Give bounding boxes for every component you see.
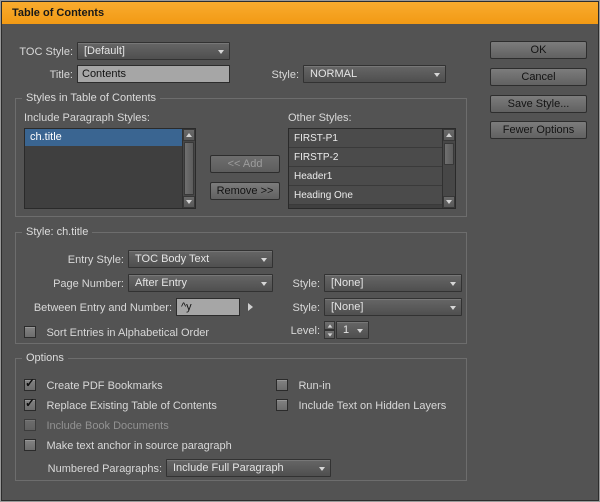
checkbox-label: Make text anchor in source paragraph xyxy=(46,440,231,452)
checkbox-box xyxy=(24,326,36,338)
checkbox-create-pdf-bookmarks[interactable]: ✓ Create PDF Bookmarks xyxy=(24,376,163,390)
styles-group: Styles in Table of Contents Include Para… xyxy=(15,98,467,217)
checkbox-box: ✓ xyxy=(24,399,36,411)
flyout-menu-icon[interactable] xyxy=(248,303,253,311)
level-spinner-up[interactable] xyxy=(324,321,335,330)
checkbox-replace-existing-toc[interactable]: ✓ Replace Existing Table of Contents xyxy=(24,396,217,410)
include-styles-list[interactable]: ch.title xyxy=(24,128,196,209)
page-number-style-value: [None] xyxy=(331,277,363,289)
checkbox-box xyxy=(24,419,36,431)
chevron-down-icon xyxy=(319,467,325,471)
scrollbar-thumb[interactable] xyxy=(184,142,194,195)
level-spinner-down[interactable] xyxy=(324,330,335,339)
other-styles-label: Other Styles: xyxy=(288,112,352,124)
page-number-dropdown[interactable]: After Entry xyxy=(128,274,273,292)
cancel-button[interactable]: Cancel xyxy=(490,68,587,86)
chevron-down-icon xyxy=(261,258,267,262)
ok-button[interactable]: OK xyxy=(490,41,587,59)
dialog-titlebar[interactable]: Table of Contents xyxy=(2,2,598,24)
checkbox-box xyxy=(276,379,288,391)
add-button[interactable]: << Add xyxy=(210,155,280,173)
options-group-title: Options xyxy=(22,352,68,364)
checkbox-label: Include Book Documents xyxy=(46,420,168,432)
title-input[interactable] xyxy=(77,65,230,83)
toc-style-dropdown[interactable]: [Default] xyxy=(77,42,230,60)
between-entry-number-label: Between Entry and Number: xyxy=(20,302,172,314)
list-item[interactable]: FIRSTP-2 xyxy=(289,148,442,167)
list-item[interactable]: FIRST-P1 xyxy=(289,129,442,148)
checkbox-include-book-documents: Include Book Documents xyxy=(24,416,169,430)
numbered-paragraphs-dropdown[interactable]: Include Full Paragraph xyxy=(166,459,331,477)
style-label-top: Style: xyxy=(263,69,299,81)
checkbox-label: Run-in xyxy=(298,380,330,392)
chevron-down-icon xyxy=(357,329,363,333)
options-group: Options ✓ Create PDF Bookmarks Run-in ✓ … xyxy=(15,358,467,481)
scroll-down-icon[interactable] xyxy=(183,196,195,208)
between-style-dropdown[interactable]: [None] xyxy=(324,298,462,316)
checkbox-box xyxy=(276,399,288,411)
list-item[interactable]: Header1 xyxy=(289,167,442,186)
chevron-down-icon xyxy=(450,282,456,286)
style-detail-group-title: Style: ch.title xyxy=(22,226,92,238)
other-list-scrollbar[interactable] xyxy=(442,129,455,208)
checkbox-run-in[interactable]: Run-in xyxy=(276,376,331,390)
toc-style-label: TOC Style: xyxy=(11,46,73,58)
checkbox-label: Sort Entries in Alphabetical Order xyxy=(46,327,209,339)
checkbox-include-hidden-layers[interactable]: Include Text on Hidden Layers xyxy=(276,396,446,410)
checkbox-box: ✓ xyxy=(24,379,36,391)
numbered-paragraphs-label: Numbered Paragraphs: xyxy=(24,463,162,475)
checkbox-sort-entries[interactable]: Sort Entries in Alphabetical Order xyxy=(24,323,209,337)
include-paragraph-styles-label: Include Paragraph Styles: xyxy=(24,112,150,124)
fewer-options-button[interactable]: Fewer Options xyxy=(490,121,587,139)
chevron-down-icon xyxy=(218,50,224,54)
scroll-up-icon[interactable] xyxy=(443,129,455,141)
styles-group-title: Styles in Table of Contents xyxy=(22,92,160,104)
toc-style-value: [Default] xyxy=(84,45,125,57)
checkbox-label: Replace Existing Table of Contents xyxy=(46,400,216,412)
check-icon: ✓ xyxy=(25,396,35,410)
list-item-selected[interactable]: ch.title xyxy=(25,129,182,146)
checkbox-label: Include Text on Hidden Layers xyxy=(298,400,446,412)
remove-button[interactable]: Remove >> xyxy=(210,182,280,200)
checkbox-box xyxy=(24,439,36,451)
level-dropdown[interactable]: 1 xyxy=(336,321,369,339)
checkbox-label: Create PDF Bookmarks xyxy=(46,380,162,392)
list-item[interactable]: Heading One xyxy=(289,186,442,205)
check-icon: ✓ xyxy=(25,376,35,390)
include-list-scrollbar[interactable] xyxy=(182,129,195,208)
chevron-down-icon xyxy=(261,282,267,286)
page-number-style-dropdown[interactable]: [None] xyxy=(324,274,462,292)
style-detail-group: Style: ch.title Entry Style: TOC Body Te… xyxy=(15,232,467,344)
scroll-down-icon[interactable] xyxy=(443,196,455,208)
title-label: Title: xyxy=(11,69,73,81)
save-style-button[interactable]: Save Style... xyxy=(490,95,587,113)
other-styles-list[interactable]: FIRST-P1 FIRSTP-2 Header1 Heading One xyxy=(288,128,456,209)
dialog-title: Table of Contents xyxy=(12,7,104,19)
entry-style-value: TOC Body Text xyxy=(135,253,209,265)
level-value: 1 xyxy=(343,324,349,336)
page-number-style-label: Style: xyxy=(276,278,320,290)
page-number-label: Page Number: xyxy=(20,278,124,290)
title-style-dropdown[interactable]: NORMAL xyxy=(303,65,446,83)
table-of-contents-dialog: Table of Contents TOC Style: [Default] T… xyxy=(0,0,600,502)
between-entry-number-input[interactable] xyxy=(176,298,240,316)
entry-style-dropdown[interactable]: TOC Body Text xyxy=(128,250,273,268)
scroll-up-icon[interactable] xyxy=(183,129,195,141)
between-style-value: [None] xyxy=(331,301,363,313)
numbered-paragraphs-value: Include Full Paragraph xyxy=(173,462,284,474)
level-label: Level: xyxy=(276,325,320,337)
page-number-value: After Entry xyxy=(135,277,187,289)
between-style-label: Style: xyxy=(276,302,320,314)
chevron-down-icon xyxy=(450,306,456,310)
title-style-value: NORMAL xyxy=(310,68,357,80)
entry-style-label: Entry Style: xyxy=(20,254,124,266)
scrollbar-thumb[interactable] xyxy=(444,143,454,165)
chevron-down-icon xyxy=(434,73,440,77)
checkbox-make-text-anchor[interactable]: Make text anchor in source paragraph xyxy=(24,436,232,450)
